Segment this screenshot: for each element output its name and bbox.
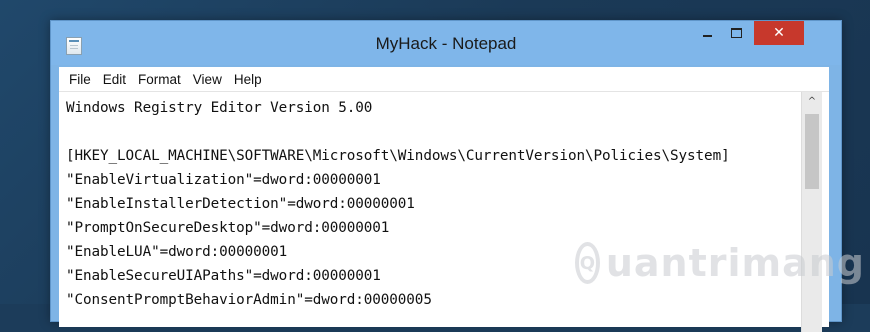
editor-line: "PromptOnSecureDesktop"=dword:00000001 [66, 220, 390, 236]
menu-edit[interactable]: Edit [97, 70, 132, 89]
maximize-button[interactable] [723, 21, 750, 45]
editor-line: "EnableVirtualization"=dword:00000001 [66, 172, 381, 188]
editor-line: Windows Registry Editor Version 5.00 [66, 100, 373, 116]
menu-format[interactable]: Format [132, 70, 187, 89]
menu-file[interactable]: File [63, 70, 97, 89]
menu-help[interactable]: Help [228, 70, 268, 89]
menu-view[interactable]: View [187, 70, 228, 89]
scrollbar-thumb[interactable] [805, 114, 819, 189]
editor-line: [HKEY_LOCAL_MACHINE\SOFTWARE\Microsoft\W… [66, 148, 730, 164]
menu-bar: File Edit Format View Help [59, 67, 829, 92]
scroll-up-button[interactable]: ^ [802, 92, 822, 110]
close-icon: ✕ [773, 25, 785, 41]
editor-line: "EnableSecureUIAPaths"=dword:00000001 [66, 268, 381, 284]
watermark-logo-icon: Q [575, 242, 600, 284]
minimize-icon [703, 35, 712, 37]
title-bar[interactable]: MyHack - Notepad ✕ [51, 21, 841, 65]
editor-line: "ConsentPromptBehaviorAdmin"=dword:00000… [66, 292, 432, 308]
watermark: Q uantrimang [575, 228, 865, 298]
editor-line: "EnableLUA"=dword:00000001 [66, 244, 288, 260]
maximize-icon [731, 28, 742, 38]
editor-line: "EnableInstallerDetection"=dword:0000000… [66, 196, 415, 212]
close-button[interactable]: ✕ [754, 21, 804, 45]
chevron-up-icon: ^ [807, 95, 817, 107]
watermark-text: uantrimang [605, 241, 865, 285]
minimize-button[interactable] [694, 21, 721, 45]
